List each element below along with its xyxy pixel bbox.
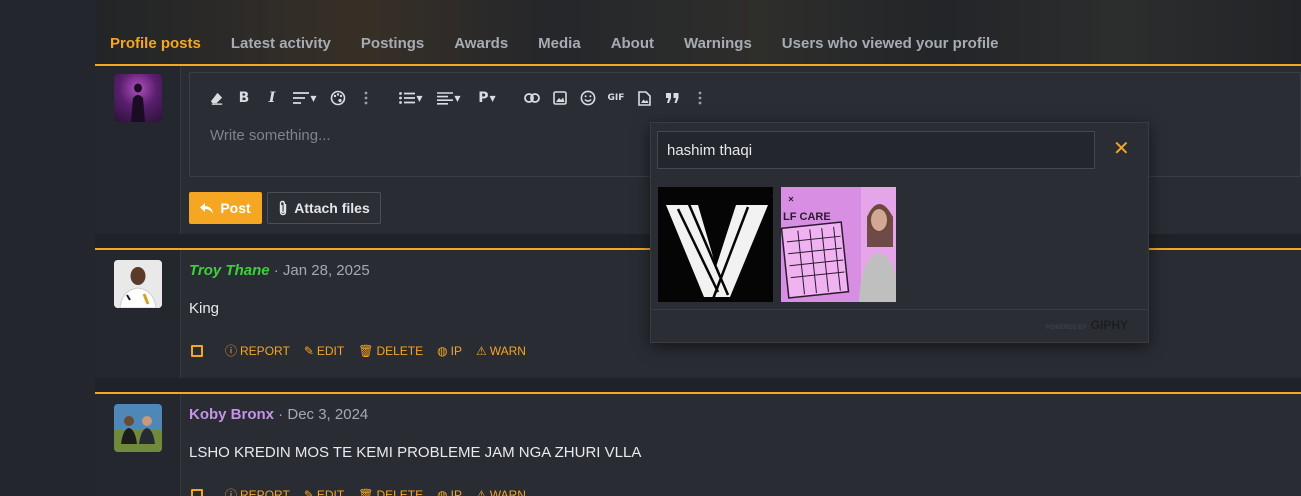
gif-v-image bbox=[658, 187, 773, 302]
list-icon[interactable]: ▼ bbox=[392, 87, 430, 109]
info-icon: ⓘ bbox=[225, 344, 238, 358]
bold-icon[interactable]: B bbox=[230, 87, 258, 109]
post-message: LSHO KREDIN MOS TE KEMI PROBLEME JAM NGA… bbox=[189, 444, 642, 461]
globe-icon: ◍ bbox=[437, 487, 448, 496]
align-icon[interactable]: ▼ bbox=[430, 87, 468, 109]
warning-icon: ⚠ bbox=[475, 343, 487, 358]
smiley-icon[interactable] bbox=[574, 87, 602, 109]
svg-text:LF CARE: LF CARE bbox=[783, 211, 831, 223]
close-icon[interactable]: ✕ bbox=[1113, 136, 1130, 160]
edit-link[interactable]: ✎ EDIT bbox=[304, 488, 344, 496]
my-avatar[interactable] bbox=[114, 74, 162, 122]
italic-icon[interactable]: I bbox=[258, 87, 286, 109]
more-vertical-icon[interactable] bbox=[352, 87, 380, 109]
tab-about[interactable]: About bbox=[596, 24, 669, 66]
post-button[interactable]: Post bbox=[189, 192, 262, 224]
tab-latest-activity[interactable]: Latest activity bbox=[216, 24, 346, 66]
eraser-icon[interactable] bbox=[202, 87, 230, 109]
koby-avatar-image bbox=[114, 404, 162, 452]
post-avatar-column bbox=[95, 394, 181, 496]
report-link[interactable]: ⓘ REPORT bbox=[225, 342, 290, 359]
tabs-underline bbox=[95, 64, 1301, 66]
reply-icon bbox=[200, 202, 214, 213]
delete-link[interactable]: 🗑 DELETE bbox=[358, 488, 423, 496]
attach-files-button[interactable]: Attach files bbox=[267, 192, 381, 224]
warn-link[interactable]: ⚠ WARN bbox=[476, 488, 526, 496]
select-checkbox[interactable] bbox=[191, 344, 203, 357]
tab-users-viewed[interactable]: Users who viewed your profile bbox=[767, 24, 1014, 66]
gif-selfcare-image: LF CARE bbox=[781, 187, 896, 302]
link-icon[interactable] bbox=[518, 87, 546, 109]
post-date[interactable]: Dec 3, 2024 bbox=[287, 406, 368, 423]
avatar[interactable] bbox=[114, 260, 162, 308]
paragraph-icon[interactable]: P ▼ bbox=[468, 87, 506, 109]
tab-media[interactable]: Media bbox=[523, 24, 596, 66]
gif-result[interactable] bbox=[658, 187, 773, 302]
giphy-footer: POWERED BY GIPHY bbox=[651, 309, 1148, 343]
report-link[interactable]: ⓘ REPORT bbox=[225, 486, 290, 496]
post-author[interactable]: Troy Thane bbox=[189, 262, 270, 279]
quote-icon[interactable] bbox=[658, 87, 686, 109]
left-gutter bbox=[0, 0, 95, 496]
giphy-search-input[interactable] bbox=[657, 131, 1095, 169]
ip-link[interactable]: ◍ IP bbox=[437, 488, 462, 496]
tab-postings[interactable]: Postings bbox=[346, 24, 439, 66]
image-icon[interactable] bbox=[546, 87, 574, 109]
profile-tabs: Profile posts Latest activity Postings A… bbox=[95, 24, 1014, 66]
ip-link[interactable]: ◍ IP bbox=[437, 344, 462, 358]
gif-result[interactable]: LF CARE bbox=[781, 187, 896, 302]
troy-avatar-image bbox=[114, 260, 162, 308]
tab-profile-posts[interactable]: Profile posts bbox=[95, 24, 216, 66]
post-author-line: Koby Bronx · Dec 3, 2024 bbox=[189, 406, 369, 423]
post-button-label: Post bbox=[220, 200, 251, 216]
pencil-icon: ✎ bbox=[303, 343, 314, 358]
tab-warnings[interactable]: Warnings bbox=[669, 24, 767, 66]
post-avatar-column bbox=[95, 250, 181, 378]
avatar[interactable] bbox=[114, 404, 162, 452]
composer-avatar-column bbox=[95, 64, 181, 234]
select-checkbox[interactable] bbox=[191, 488, 203, 496]
post-author[interactable]: Koby Bronx bbox=[189, 406, 274, 423]
trash-icon: 🗑 bbox=[358, 343, 374, 358]
trash-icon: 🗑 bbox=[358, 487, 374, 496]
text-size-icon[interactable]: ▼ bbox=[286, 87, 324, 109]
attach-files-label: Attach files bbox=[294, 200, 370, 216]
post-message: King bbox=[189, 300, 220, 317]
post-author-line: Troy Thane · Jan 28, 2025 bbox=[189, 262, 370, 279]
more-vertical-icon[interactable] bbox=[686, 87, 714, 109]
delete-link[interactable]: 🗑 DELETE bbox=[358, 344, 423, 358]
editor-placeholder: Write something... bbox=[210, 127, 331, 144]
edit-link[interactable]: ✎ EDIT bbox=[304, 344, 344, 358]
media-icon[interactable] bbox=[630, 87, 658, 109]
giphy-popup: ✕ LF CARE POWERED BYGIPHY bbox=[650, 122, 1149, 343]
post-actions: ⓘ REPORT ✎ EDIT 🗑 DELETE ◍ IP ⚠ WARN bbox=[191, 342, 526, 359]
gif-icon[interactable]: GIF bbox=[602, 87, 630, 109]
silhouette-icon bbox=[131, 83, 145, 122]
editor-toolbar: B I ▼ ▼ ▼ P ▼ GIF bbox=[202, 87, 714, 109]
tab-awards[interactable]: Awards bbox=[439, 24, 523, 66]
profile-post: Koby Bronx · Dec 3, 2024 LSHO KREDIN MOS… bbox=[95, 392, 1301, 496]
palette-icon[interactable] bbox=[324, 87, 352, 109]
giphy-logo: POWERED BY GIPHY bbox=[1045, 318, 1128, 332]
post-date[interactable]: Jan 28, 2025 bbox=[283, 262, 370, 279]
info-icon: ⓘ bbox=[225, 488, 238, 496]
paperclip-icon bbox=[280, 200, 287, 216]
warn-link[interactable]: ⚠ WARN bbox=[476, 344, 526, 358]
globe-icon: ◍ bbox=[437, 343, 448, 358]
post-actions: ⓘ REPORT ✎ EDIT 🗑 DELETE ◍ IP ⚠ WARN bbox=[191, 486, 526, 496]
pencil-icon: ✎ bbox=[303, 487, 314, 496]
warning-icon: ⚠ bbox=[475, 487, 487, 496]
